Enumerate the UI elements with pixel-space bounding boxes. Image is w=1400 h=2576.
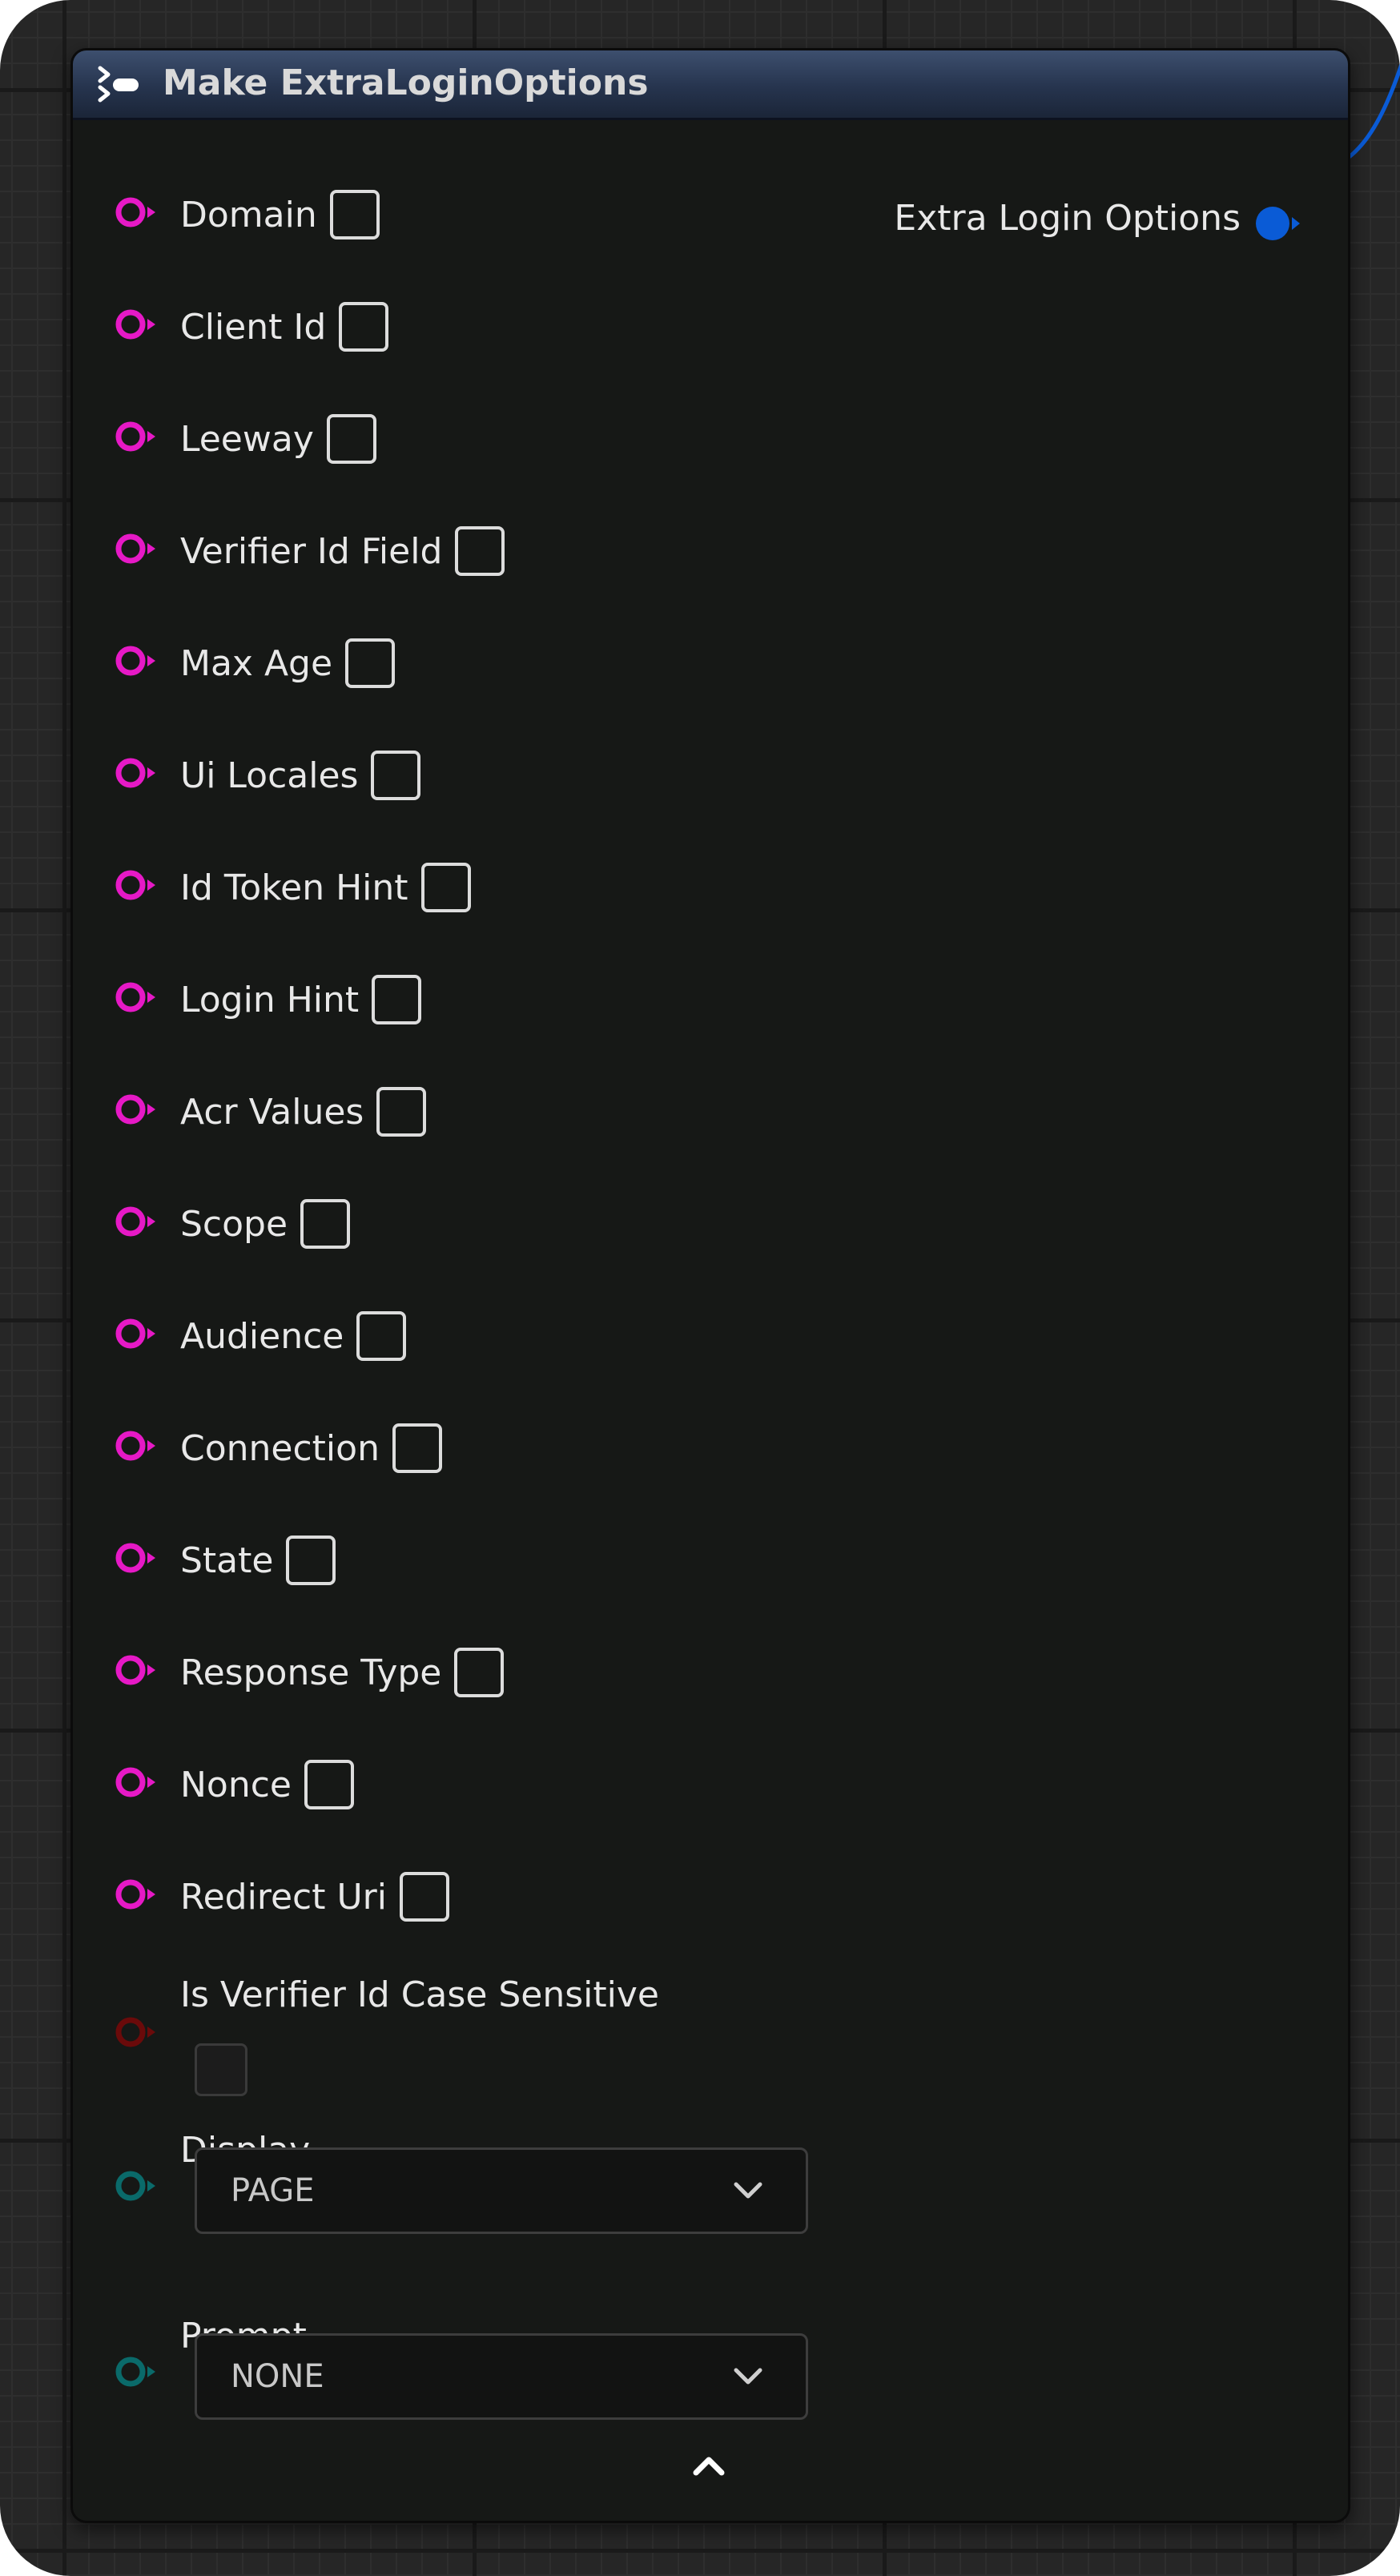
input-label: Audience bbox=[180, 1316, 344, 1357]
input-label: Connection bbox=[180, 1428, 380, 1469]
dropdown-value: PAGE bbox=[231, 2172, 315, 2209]
enum-pin-icon[interactable] bbox=[113, 2356, 158, 2388]
dropdown-value: NONE bbox=[231, 2358, 324, 2395]
string-pin-icon[interactable] bbox=[113, 757, 158, 789]
text-input-box[interactable] bbox=[329, 190, 380, 239]
input-label: State bbox=[180, 1540, 274, 1581]
make-struct-icon bbox=[98, 66, 139, 103]
output-pin-label: Extra Login Options bbox=[894, 198, 1241, 239]
string-pin-icon[interactable] bbox=[113, 196, 158, 228]
text-input-box[interactable] bbox=[454, 1648, 505, 1697]
node-title: Make ExtraLoginOptions bbox=[163, 62, 649, 103]
string-pin-icon[interactable] bbox=[113, 1542, 158, 1574]
text-input-box[interactable] bbox=[326, 414, 376, 464]
input-label: Nonce bbox=[180, 1765, 292, 1805]
string-pin-icon[interactable] bbox=[113, 869, 158, 901]
input-label: Acr Values bbox=[180, 1092, 364, 1133]
struct-output-pin[interactable] bbox=[1253, 204, 1303, 243]
input-label: Redirect Uri bbox=[180, 1877, 387, 1918]
text-input-box[interactable] bbox=[392, 1423, 442, 1473]
input-label: Ui Locales bbox=[180, 755, 359, 796]
chevron-down-icon bbox=[734, 2368, 762, 2385]
node-header[interactable]: Make ExtraLoginOptions bbox=[73, 50, 1348, 120]
enum-pin-icon[interactable] bbox=[113, 2170, 158, 2202]
input-label: Id Token Hint bbox=[180, 867, 408, 908]
text-input-box[interactable] bbox=[339, 302, 389, 352]
string-pin-icon[interactable] bbox=[113, 1093, 158, 1125]
string-pin-icon[interactable] bbox=[113, 1766, 158, 1798]
make-extralogin-options-node[interactable]: Make ExtraLoginOptions Extra Login Optio… bbox=[70, 48, 1350, 2523]
text-input-box[interactable] bbox=[455, 526, 505, 576]
text-input-box[interactable] bbox=[286, 1536, 336, 1585]
string-pin-icon[interactable] bbox=[113, 533, 158, 565]
string-pin-icon[interactable] bbox=[113, 1654, 158, 1686]
text-input-box[interactable] bbox=[420, 863, 471, 912]
case-sensitive-checkbox[interactable] bbox=[195, 2043, 247, 2096]
text-input-box[interactable] bbox=[372, 975, 422, 1024]
string-pin-icon[interactable] bbox=[113, 1318, 158, 1350]
text-input-box[interactable] bbox=[356, 1311, 407, 1361]
string-pin-icon[interactable] bbox=[113, 308, 158, 340]
string-pin-icon[interactable] bbox=[113, 1430, 158, 1462]
string-pin-icon[interactable] bbox=[113, 645, 158, 677]
text-input-box[interactable] bbox=[376, 1087, 427, 1137]
input-label: Response Type bbox=[180, 1652, 442, 1693]
input-label: Max Age bbox=[180, 643, 333, 684]
input-label: Domain bbox=[180, 195, 317, 235]
bool-pin-icon[interactable] bbox=[113, 2016, 158, 2048]
chevron-down-icon bbox=[734, 2182, 762, 2199]
input-label: Client Id bbox=[180, 307, 327, 348]
input-label: Verifier Id Field bbox=[180, 531, 443, 572]
text-input-box[interactable] bbox=[304, 1760, 354, 1809]
input-label: Leeway bbox=[180, 419, 314, 460]
bool-input-label: Is Verifier Id Case Sensitive bbox=[180, 1974, 659, 2015]
text-input-box[interactable] bbox=[399, 1872, 449, 1922]
display-dropdown[interactable]: PAGE bbox=[195, 2147, 808, 2234]
input-label: Scope bbox=[180, 1204, 288, 1245]
text-input-box[interactable] bbox=[345, 638, 396, 688]
prompt-dropdown[interactable]: NONE bbox=[195, 2333, 808, 2420]
text-input-box[interactable] bbox=[300, 1199, 351, 1249]
input-label: Login Hint bbox=[180, 980, 360, 1020]
string-pin-icon[interactable] bbox=[113, 1205, 158, 1238]
text-input-box[interactable] bbox=[371, 751, 421, 800]
blueprint-graph-canvas[interactable]: Make ExtraLoginOptions Extra Login Optio… bbox=[0, 0, 1400, 2576]
string-pin-icon[interactable] bbox=[113, 421, 158, 453]
chevron-up-icon[interactable] bbox=[685, 2449, 733, 2484]
string-pin-icon[interactable] bbox=[113, 981, 158, 1013]
string-pin-icon[interactable] bbox=[113, 1878, 158, 1910]
